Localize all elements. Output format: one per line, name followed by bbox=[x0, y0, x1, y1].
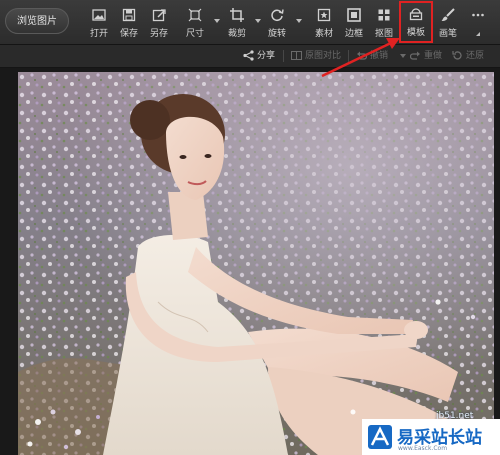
rotate-icon bbox=[270, 8, 284, 22]
more-icon bbox=[471, 8, 485, 22]
template-icon bbox=[409, 7, 423, 21]
undo-label: 撤销 bbox=[370, 51, 389, 61]
brush-button[interactable]: 画笔 bbox=[433, 4, 463, 40]
photo-woman-in-flower-field[interactable] bbox=[18, 72, 494, 455]
save-as-button[interactable]: 另存 bbox=[144, 4, 174, 40]
redo-icon bbox=[410, 50, 421, 61]
resize-dropdown-icon[interactable] bbox=[214, 19, 220, 23]
more-corner-icon bbox=[476, 32, 480, 36]
main-toolbar: 浏览图片 打开 保存 另存 尺寸 裁剪 旋转 素材 边框 抠图 模板 画笔 bbox=[0, 0, 500, 45]
save-as-icon bbox=[152, 8, 166, 22]
divider bbox=[283, 50, 284, 62]
crop-icon bbox=[230, 8, 244, 22]
undo-button[interactable]: 撤销 bbox=[356, 49, 388, 63]
resize-label: 尺寸 bbox=[185, 29, 204, 39]
restore-button[interactable]: 还原 bbox=[452, 49, 484, 63]
save-icon bbox=[122, 8, 136, 22]
resize-button[interactable]: 尺寸 bbox=[180, 4, 210, 40]
restore-label: 还原 bbox=[466, 51, 485, 61]
compare-button[interactable]: 原图对比 bbox=[291, 49, 341, 63]
secondary-toolbar: 分享 原图对比 撤销 重做 还原 bbox=[0, 45, 500, 68]
rotate-button[interactable]: 旋转 bbox=[262, 4, 292, 40]
brush-icon bbox=[441, 8, 455, 22]
share-button[interactable]: 分享 bbox=[243, 49, 275, 63]
logo-url: www.Easck.Com bbox=[398, 445, 448, 452]
watermark-logo: 易采站长站 www.Easck.Com bbox=[362, 419, 500, 455]
open-image-icon bbox=[92, 8, 106, 22]
border-icon bbox=[347, 8, 361, 22]
share-icon bbox=[243, 50, 254, 61]
undo-icon bbox=[356, 50, 367, 61]
resize-icon bbox=[188, 8, 202, 22]
crop-dropdown-icon[interactable] bbox=[255, 19, 261, 23]
more-button[interactable] bbox=[463, 4, 493, 40]
material-icon bbox=[317, 8, 331, 22]
editing-canvas[interactable] bbox=[0, 68, 500, 455]
restore-icon bbox=[452, 50, 463, 61]
compare-label: 原图对比 bbox=[305, 51, 342, 61]
rotate-dropdown-icon[interactable] bbox=[296, 19, 302, 23]
crop-label: 裁剪 bbox=[227, 29, 246, 39]
divider bbox=[348, 50, 349, 62]
redo-label: 重做 bbox=[424, 51, 443, 61]
crop-button[interactable]: 裁剪 bbox=[222, 4, 252, 40]
cutout-icon bbox=[377, 8, 391, 22]
rotate-label: 旋转 bbox=[267, 29, 286, 39]
logo-mark-icon bbox=[368, 425, 392, 449]
undo-dropdown-icon[interactable] bbox=[400, 54, 406, 58]
redo-button[interactable]: 重做 bbox=[410, 49, 442, 63]
share-label: 分享 bbox=[257, 51, 276, 61]
browse-images-button[interactable]: 浏览图片 bbox=[5, 8, 69, 34]
compare-icon bbox=[291, 50, 302, 61]
